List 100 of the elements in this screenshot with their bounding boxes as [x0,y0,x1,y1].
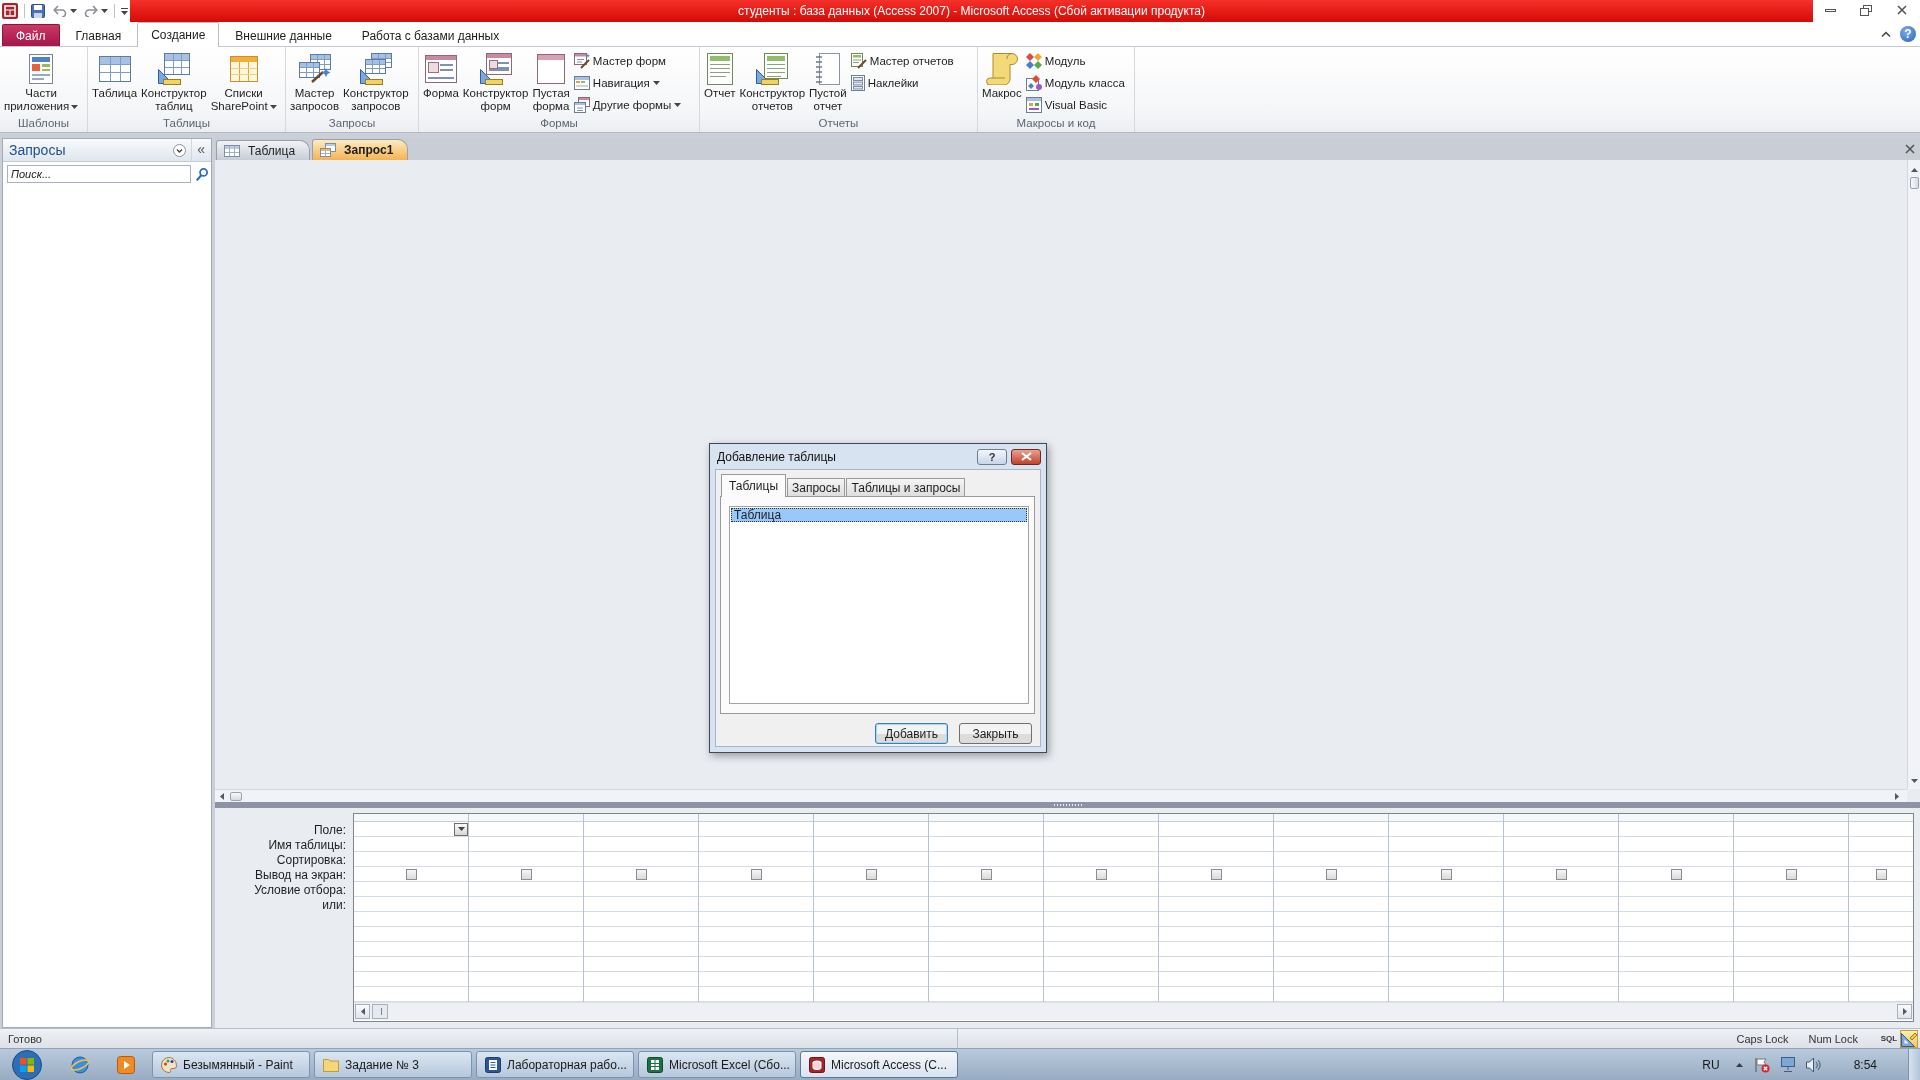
scroll-left-button[interactable] [355,1004,370,1019]
ribbon-button[interactable]: Навигация [571,72,684,94]
ribbon-button[interactable]: Другие формы [571,94,684,116]
ribbon-tab[interactable]: Создание [137,22,220,47]
column-selector[interactable] [1619,814,1733,822]
grid-cell[interactable] [1619,867,1733,882]
ribbon-button[interactable]: Модуль [1023,50,1127,72]
ribbon-button[interactable]: Мастер запросов [288,49,342,115]
ribbon-button[interactable]: Пустая форма [530,49,572,115]
grid-cell[interactable] [354,822,468,837]
ribbon-button[interactable]: Мастер форм [571,50,684,72]
ribbon-button[interactable]: Таблица [90,49,140,115]
dialog-button[interactable]: Добавить [875,723,948,744]
grid-cell[interactable] [814,867,928,882]
clock[interactable]: 8:54 [1853,1057,1877,1072]
grid-cell[interactable] [584,867,698,882]
checkbox[interactable] [1875,868,1887,880]
speaker-icon[interactable] [1805,1056,1821,1073]
ribbon-button[interactable]: Списки SharePoint [208,49,279,115]
column-selector[interactable] [1274,814,1388,822]
column-selector[interactable] [1504,814,1618,822]
grid-cell[interactable] [1504,867,1618,882]
flag-warning-icon[interactable] [1753,1056,1770,1073]
column-selector[interactable] [699,814,813,822]
ribbon-button[interactable]: Конструктор форм [460,49,531,115]
scroll-right-button[interactable] [1897,1004,1912,1019]
checkbox[interactable] [1325,868,1337,880]
search-button[interactable] [196,167,208,181]
checkbox[interactable] [1555,868,1567,880]
column-selector[interactable] [1734,814,1848,822]
close-button[interactable] [1011,448,1041,465]
collapse-button[interactable]: « [192,139,211,161]
ribbon-tab[interactable]: Работа с базами данных [347,24,514,46]
sql-view-button[interactable]: SQL [1880,1029,1898,1048]
column-selector[interactable] [1159,814,1273,822]
checkbox[interactable] [1785,868,1797,880]
collapse-ribbon-button[interactable] [1881,31,1891,37]
grid-cell[interactable] [1734,867,1848,882]
grid-cell[interactable] [1849,867,1913,882]
dialog-tab[interactable]: Таблицы [721,474,786,497]
grid-cell[interactable] [929,867,1043,882]
checkbox[interactable] [750,868,762,880]
column-selector[interactable] [1849,814,1913,822]
checkbox[interactable] [980,868,992,880]
checkbox[interactable] [1670,868,1682,880]
ribbon-button[interactable]: Наклейки [848,72,956,94]
checkbox[interactable] [635,868,647,880]
document-tab[interactable]: Таблица [216,140,311,160]
splitter[interactable] [215,802,1920,808]
grid-cell[interactable] [469,867,583,882]
column-selector[interactable] [1044,814,1158,822]
taskbar-button[interactable]: Безымянный - Paint [152,1051,310,1078]
ribbon-button[interactable]: Модуль класса [1023,72,1127,94]
tray-expand-button[interactable] [1735,1062,1743,1067]
search-field[interactable]: Поиск... [7,165,191,183]
grid-cell[interactable] [354,867,468,882]
column-selector[interactable] [929,814,1043,822]
app-icon[interactable] [2,3,18,19]
help-button[interactable]: ? [977,448,1007,465]
checkbox[interactable] [405,868,417,880]
table-list[interactable]: Таблица [729,506,1029,704]
checkbox[interactable] [1095,868,1107,880]
ribbon-button[interactable]: Пустой отчет [807,49,849,115]
ribbon-button[interactable]: Конструктор отчетов [737,49,808,115]
dialog-tab[interactable]: Таблицы и запросы [846,478,966,496]
checkbox[interactable] [865,868,877,880]
grid-cell[interactable] [1159,867,1273,882]
network-icon[interactable] [1779,1057,1796,1072]
taskbar-button[interactable]: Microsoft Excel (Сбо... [638,1051,796,1078]
language-indicator[interactable]: RU [1702,1057,1720,1072]
save-button[interactable] [31,1,45,21]
ribbon-button[interactable]: Мастер отчетов [848,50,956,72]
scroll-thumb[interactable] [1909,177,1919,189]
vertical-scrollbar[interactable] [1907,160,1920,789]
grid-cell[interactable] [1274,867,1388,882]
column-selector[interactable] [1389,814,1503,822]
taskbar-button[interactable]: Лабораторная рабо... [476,1051,634,1078]
ribbon-tab[interactable]: Главная [61,24,136,46]
file-tab[interactable]: Файл [2,24,60,46]
column-selector[interactable] [584,814,698,822]
checkbox[interactable] [1440,868,1452,880]
taskbar-button[interactable]: Microsoft Access (С... [800,1051,958,1078]
ribbon-tab[interactable]: Внешние данные [221,24,346,46]
scroll-thumb[interactable] [372,1004,388,1019]
checkbox[interactable] [1210,868,1222,880]
ribbon-button[interactable]: Visual Basic [1023,94,1127,116]
ribbon-button[interactable]: Конструктор запросов [341,49,411,115]
dropdown-button[interactable] [454,822,468,836]
checkbox[interactable] [520,868,532,880]
ribbon-button[interactable]: Части приложения [2,49,81,115]
design-view-button[interactable] [1900,1029,1918,1048]
grid-cell[interactable] [699,867,813,882]
grid-cell[interactable] [1044,867,1158,882]
ribbon-button[interactable]: Макрос [980,49,1024,115]
ribbon-button[interactable]: Конструктор таблиц [139,49,209,115]
ribbon-button[interactable]: Отчет [702,49,738,115]
taskbar-button[interactable]: Задание № 3 [314,1051,472,1078]
show-desktop-button[interactable] [1908,1049,1920,1080]
column-selector[interactable] [814,814,928,822]
dialog-tab[interactable]: Запросы [787,478,846,496]
